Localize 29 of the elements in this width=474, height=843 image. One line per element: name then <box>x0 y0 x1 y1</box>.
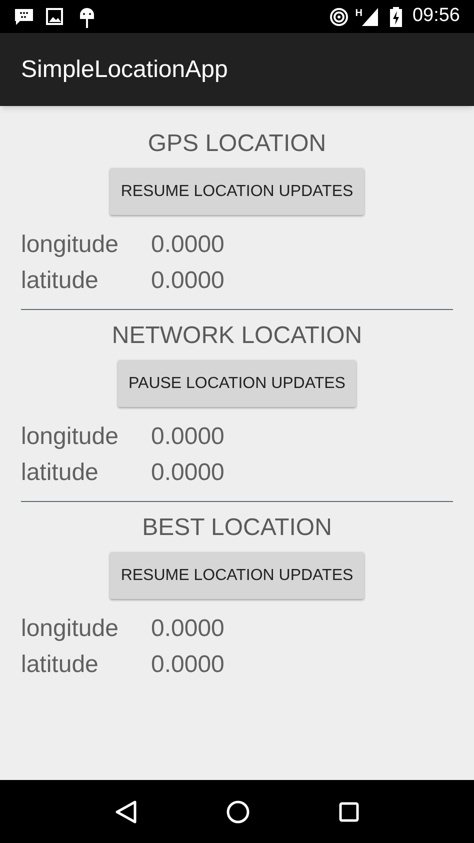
section-heading: NETWORK LOCATION <box>110 322 364 350</box>
coordinate-label: longitude <box>21 614 120 644</box>
coordinate-label: longitude <box>21 230 120 260</box>
coordinate-value: 0.0000 <box>151 650 226 680</box>
hotspot-icon <box>329 6 350 26</box>
coordinate-value: 0.0000 <box>151 266 226 296</box>
clock-time: 09:56 <box>412 4 460 28</box>
coordinate-value: 0.0000 <box>151 458 226 488</box>
chat-icon <box>14 8 34 26</box>
coordinate-label: latitude <box>21 650 100 680</box>
back-icon[interactable] <box>114 800 137 824</box>
battery-icon <box>390 6 402 26</box>
section-heading: BEST LOCATION <box>141 514 333 542</box>
coordinate-label: latitude <box>21 266 100 296</box>
section-heading: GPS LOCATION <box>146 130 328 158</box>
home-icon[interactable] <box>226 800 250 824</box>
location-updates-button[interactable]: RESUME LOCATION UPDATES <box>110 168 364 215</box>
coordinate-value: 0.0000 <box>151 614 226 644</box>
location-updates-button[interactable]: PAUSE LOCATION UPDATES <box>118 360 356 407</box>
coordinate-value: 0.0000 <box>151 422 226 452</box>
location-updates-button[interactable]: RESUME LOCATION UPDATES <box>110 552 364 599</box>
coordinate-label: latitude <box>21 458 100 488</box>
coordinate-label: longitude <box>21 422 120 452</box>
app-title: SimpleLocationApp <box>21 54 228 84</box>
recents-icon[interactable] <box>339 802 360 822</box>
coordinate-value: 0.0000 <box>151 230 226 260</box>
signal-icon <box>362 8 378 26</box>
image-icon <box>46 8 63 25</box>
network-type-label: H <box>355 7 362 21</box>
